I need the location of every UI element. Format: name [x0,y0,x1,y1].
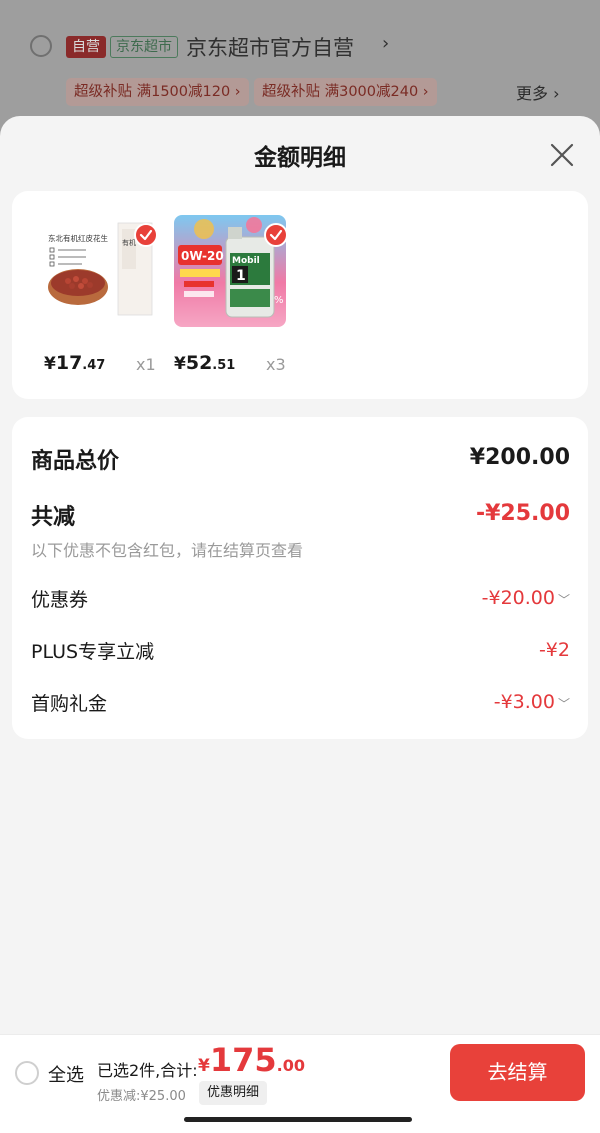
total-reduction-value: -¥25.00 [475,501,570,526]
oil-grade-text: 0W-20 [181,249,224,263]
mobil-one-text: 1 [236,268,246,284]
shop-name[interactable]: 京东超市官方自营 [186,32,354,62]
selected-count-text: 已选2件,合计: [97,1061,198,1080]
total-reduction-label: 共减 [31,505,76,530]
total-amount: ¥175.00 [198,1041,305,1079]
product-price: ¥52.51 [174,352,236,374]
chevron-down-icon: ﹀ [557,697,570,711]
product-quantity: x1 [136,355,156,374]
home-indicator [184,1117,412,1122]
product-price: ¥17.47 [44,352,106,374]
product-quantity: x3 [266,355,286,374]
plus-discount-value: -¥2 [538,639,570,661]
selected-check-icon [134,223,158,247]
coupon-value[interactable]: -¥20.00 ﹀ [482,587,570,609]
price-summary-card: 商品总价 ¥200.00 共减 -¥25.00 以下优惠不包含红包，请在结算页查… [12,417,588,739]
total-price-value: ¥200.00 [469,445,570,470]
first-purchase-gift-value[interactable]: -¥3.00 ﹀ [494,691,570,713]
jd-supermarket-tag: 京东超市 [110,36,178,58]
close-icon[interactable] [547,140,577,170]
total-price-label: 商品总价 [31,449,120,474]
checkout-button[interactable]: 去结算 [450,1044,585,1101]
first-purchase-gift-label: 首购礼金 [31,693,108,715]
discount-detail-button[interactable]: 优惠明细 [199,1081,268,1105]
coupon-label: 优惠券 [31,589,89,611]
discount-hint-text: 以下优惠不包含红包，请在结算页查看 [31,541,304,560]
peanut-package-text: 东北有机红皮花生 [48,233,108,243]
select-all-label[interactable]: 全选 [48,1061,84,1087]
coupon-tag[interactable]: 超级补贴 满1500减120 › [66,78,249,106]
svg-text:%: % [274,295,284,306]
self-operated-tag: 自营 [66,36,106,58]
sheet-title: 金额明细 [254,145,346,171]
chevron-right-icon: › [382,33,390,54]
coupon-tag[interactable]: 超级补贴 满3000减240 › [254,78,437,106]
amount-detail-sheet: 金额明细 东北有机红皮花生 有机 ¥17.47 x1 0W-20 Mobil 1… [0,116,600,1133]
chevron-down-icon: ﹀ [557,593,570,607]
mobil-logo-text: Mobil [232,256,260,266]
shop-select-radio[interactable] [30,35,52,57]
selected-check-icon [264,223,288,247]
discount-amount-text: 优惠减:¥25.00 [97,1089,186,1104]
checkout-bar: 全选 已选2件,合计: ¥175.00 优惠减:¥25.00 优惠明细 去结算 [0,1034,600,1133]
product-list-card: 东北有机红皮花生 有机 ¥17.47 x1 0W-20 Mobil 1 % ¥5… [12,191,588,399]
more-coupons-link[interactable]: 更多 › [516,80,560,104]
plus-discount-label: PLUS专享立减 [31,641,155,663]
select-all-radio[interactable] [15,1061,39,1085]
